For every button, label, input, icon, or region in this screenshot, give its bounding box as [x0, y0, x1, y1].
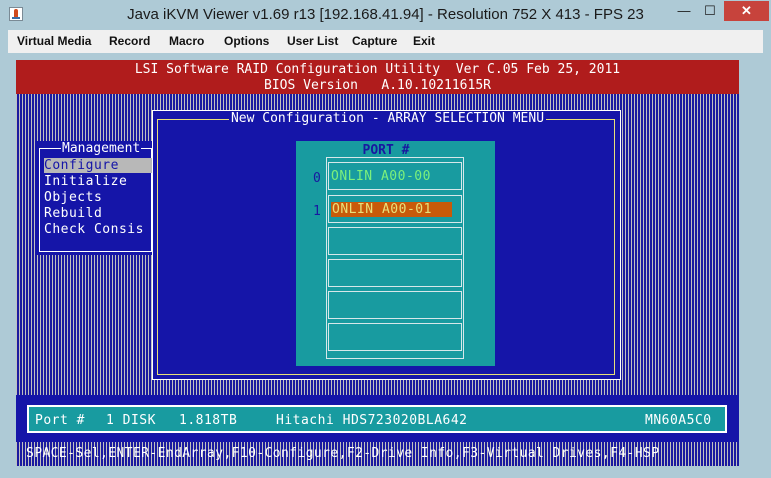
disk-model: Hitachi HDS723020BLA642 [276, 413, 468, 428]
dialog-title: New Configuration - ARRAY SELECTION MENU [228, 111, 547, 126]
disk-count: 1 DISK [106, 413, 156, 428]
menu-item-initialize[interactable]: Initialize [44, 174, 152, 189]
menu-item-check-consistency[interactable]: Check Consis [44, 222, 152, 237]
disk-serial: MN60A5C0 [645, 413, 712, 428]
maximize-button[interactable]: ☐ [697, 1, 723, 21]
dialog-title-row: New Configuration - ARRAY SELECTION MENU [153, 111, 622, 126]
drive-info-bar: Port # 1 DISK 1.818TB Hitachi HDS723020B… [27, 405, 727, 433]
drive-status: ONLIN A00-00 [331, 169, 431, 184]
key-help-line: SPACE-Sel,ENTER-EndArray,F10-Configure,F… [26, 446, 660, 461]
port-slot-0[interactable]: ONLIN A00-00 [328, 162, 462, 190]
menu-bar: Virtual Media Record Macro Options User … [8, 30, 763, 53]
menu-macro[interactable]: Macro [169, 34, 204, 48]
menu-record[interactable]: Record [109, 34, 150, 48]
close-button[interactable]: ✕ [724, 1, 769, 21]
bios-utility-title: LSI Software RAID Configuration Utility … [134, 62, 621, 77]
menu-capture[interactable]: Capture [352, 34, 397, 48]
port-number: 0 [313, 171, 321, 186]
menu-item-rebuild[interactable]: Rebuild [44, 206, 152, 221]
menu-exit[interactable]: Exit [413, 34, 435, 48]
port-slot-1[interactable]: ONLIN A00-01 [328, 195, 462, 223]
management-menu: Management Configure Initialize Objects … [35, 141, 155, 255]
menu-item-configure[interactable]: Configure [44, 158, 152, 173]
menu-user-list[interactable]: User List [287, 34, 338, 48]
port-panel: PORT # 0 ONLIN A00-00 1 ONLIN A00-01 [296, 141, 495, 366]
port-slot-5[interactable] [328, 323, 462, 351]
port-slot-3[interactable] [328, 259, 462, 287]
port-number: 1 [313, 204, 321, 219]
drive-status: ONLIN A00-01 [331, 202, 452, 217]
title-bar[interactable]: Java iKVM Viewer v1.69 r13 [192.168.41.9… [0, 0, 771, 30]
remote-screen[interactable]: LSI Software RAID Configuration Utility … [16, 60, 739, 466]
bios-header: LSI Software RAID Configuration Utility … [16, 60, 739, 94]
port-label: Port # [35, 413, 85, 428]
port-slot-4[interactable] [328, 291, 462, 319]
menu-item-objects[interactable]: Objects [44, 190, 152, 205]
ikvm-window: Java iKVM Viewer v1.69 r13 [192.168.41.9… [0, 0, 771, 478]
menu-virtual-media[interactable]: Virtual Media [17, 34, 91, 48]
management-menu-title: Management [61, 141, 142, 156]
minimize-button[interactable]: — [671, 1, 697, 21]
window-title: Java iKVM Viewer v1.69 r13 [192.168.41.9… [127, 6, 644, 23]
bios-version: BIOS Version A.10.10211615R [264, 78, 491, 93]
port-header: PORT # [362, 143, 410, 158]
menu-options[interactable]: Options [224, 34, 269, 48]
port-slot-2[interactable] [328, 227, 462, 255]
disk-size: 1.818TB [179, 413, 238, 428]
